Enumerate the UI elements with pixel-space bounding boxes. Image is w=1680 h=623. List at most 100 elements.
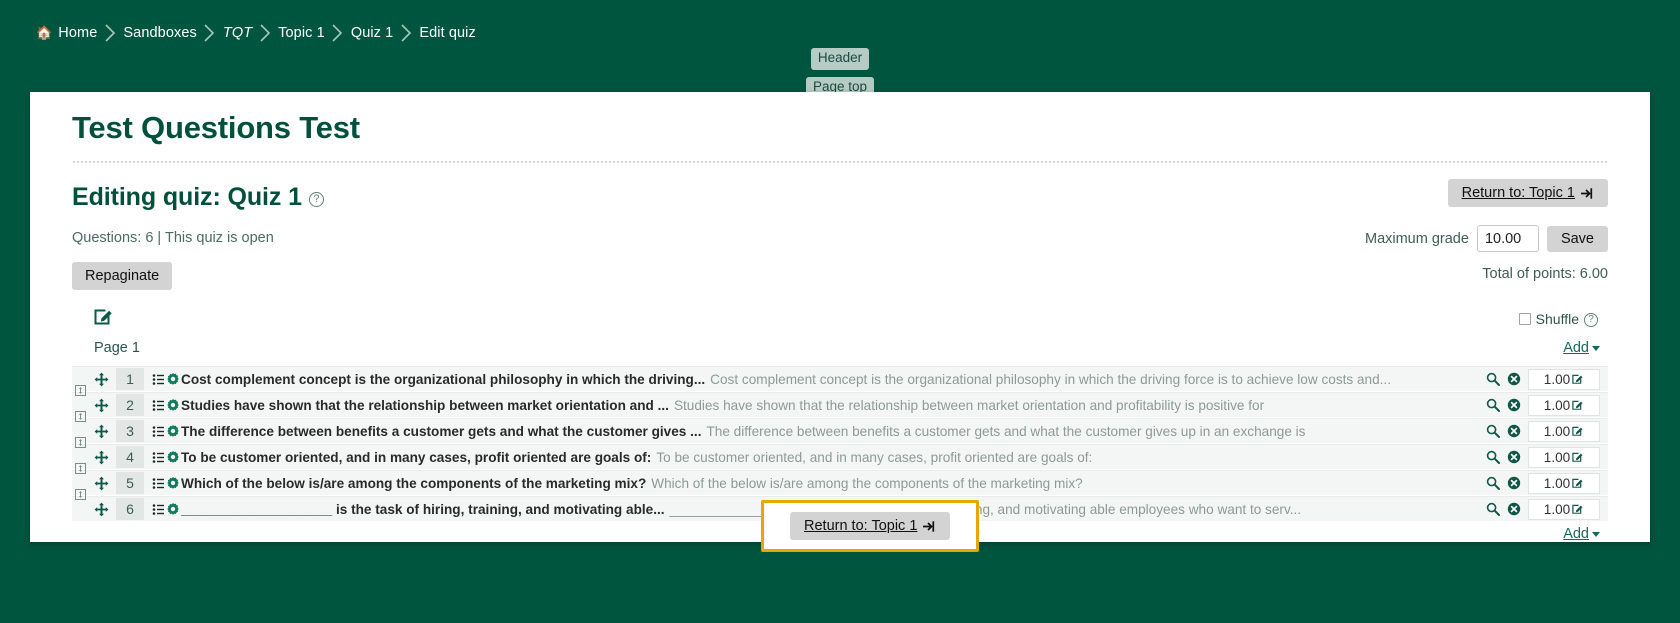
edit-icon[interactable] xyxy=(1572,373,1584,385)
shuffle-help-icon[interactable]: ? xyxy=(1584,313,1598,327)
site-title: Test Questions Test xyxy=(72,110,360,145)
preview-icon[interactable] xyxy=(1486,502,1500,516)
list-icon[interactable] xyxy=(152,477,165,490)
pencil-square-icon[interactable] xyxy=(94,306,115,327)
question-mark-field[interactable]: 1.00 xyxy=(1528,498,1600,520)
question-row-actions: 1.00 xyxy=(1486,498,1608,520)
breadcrumb-item-topic-1[interactable]: Topic 1 xyxy=(278,25,325,41)
question-number: 1 xyxy=(116,368,144,390)
preview-icon[interactable] xyxy=(1486,398,1500,412)
question-title: The difference between benefits a custom… xyxy=(181,423,702,439)
add-label-bottom: Add xyxy=(1563,526,1589,542)
page-header-row: Page 1 Add xyxy=(72,338,1608,364)
repaginate-row: Repaginate Total of points: 6.00 xyxy=(72,262,1608,294)
question-title: Cost complement concept is the organizat… xyxy=(181,371,706,387)
maximum-grade-input[interactable] xyxy=(1476,225,1539,252)
question-title: Which of the below is/are among the comp… xyxy=(181,475,647,491)
resize-grip-icon[interactable] xyxy=(75,411,88,424)
breadcrumb-item-quiz-1[interactable]: Quiz 1 xyxy=(351,25,394,41)
return-to-topic-button-bottom[interactable]: Return to: Topic 1 xyxy=(790,512,951,540)
question-mark-field[interactable]: 1.00 xyxy=(1528,394,1600,416)
help-icon[interactable]: ? xyxy=(308,192,324,207)
edit-icon[interactable] xyxy=(1572,477,1584,489)
delete-icon[interactable] xyxy=(1507,424,1521,438)
move-handle-icon[interactable] xyxy=(94,502,116,517)
return-to-topic-label-top: Return to: Topic 1 xyxy=(1461,185,1575,201)
table-row[interactable]: 3 The difference between benefits a cust… xyxy=(72,411,1608,443)
delete-icon[interactable] xyxy=(1507,372,1521,386)
title-divider xyxy=(72,160,1608,163)
list-icon[interactable] xyxy=(152,373,165,386)
question-number: 5 xyxy=(116,472,144,494)
move-handle-icon[interactable] xyxy=(94,424,116,439)
question-row-actions: 1.00 xyxy=(1486,420,1608,442)
return-to-topic-button-top[interactable]: Return to: Topic 1 xyxy=(1447,179,1608,207)
gear-icon[interactable] xyxy=(166,424,180,438)
gear-icon[interactable] xyxy=(166,450,180,464)
list-icon[interactable] xyxy=(152,503,165,516)
question-description: Studies have shown that the relationship… xyxy=(673,397,1265,413)
question-text: Cost complement concept is the organizat… xyxy=(181,372,1486,387)
resize-grip-icon[interactable] xyxy=(75,437,88,450)
list-icon[interactable] xyxy=(152,399,165,412)
move-handle-icon[interactable] xyxy=(94,476,116,491)
preview-icon[interactable] xyxy=(1486,450,1500,464)
question-description: Cost complement concept is the organizat… xyxy=(710,371,1391,387)
gear-icon[interactable] xyxy=(166,372,180,386)
save-button[interactable]: Save xyxy=(1546,225,1608,252)
question-mark-value: 1.00 xyxy=(1543,449,1571,465)
maximum-grade-label: Maximum grade xyxy=(1364,230,1469,247)
question-number: 2 xyxy=(116,394,144,416)
question-action-icons xyxy=(152,424,180,438)
delete-icon[interactable] xyxy=(1507,502,1521,516)
repaginate-button[interactable]: Repaginate xyxy=(72,262,173,290)
resize-grip-icon[interactable] xyxy=(75,489,88,502)
question-action-icons xyxy=(152,372,180,386)
panel-top-row: Shuffle ? xyxy=(72,306,1608,336)
move-handle-icon[interactable] xyxy=(94,450,116,465)
breadcrumb-item-home[interactable]: 🏠 Home xyxy=(36,25,97,41)
table-row[interactable]: 4 To be customer oriented, and in many c… xyxy=(72,437,1608,469)
resize-grip-icon[interactable] xyxy=(75,463,88,476)
table-row[interactable]: 1 Cost complement concept is the organiz… xyxy=(72,366,1608,391)
question-row-actions: 1.00 xyxy=(1486,368,1608,390)
shuffle-checkbox[interactable] xyxy=(1518,313,1531,325)
resize-grip-icon[interactable] xyxy=(75,385,88,398)
question-mark-field[interactable]: 1.00 xyxy=(1528,446,1600,468)
breadcrumb-item-tqt[interactable]: TQT xyxy=(223,25,252,41)
edit-icon[interactable] xyxy=(1572,503,1584,515)
delete-icon[interactable] xyxy=(1507,398,1521,412)
question-title: To be customer oriented, and in many cas… xyxy=(181,449,652,465)
table-row[interactable]: 5 Which of the below is/are among the co… xyxy=(72,463,1608,495)
delete-icon[interactable] xyxy=(1507,450,1521,464)
question-mark-field[interactable]: 1.00 xyxy=(1528,472,1600,494)
gear-icon[interactable] xyxy=(166,502,180,516)
breadcrumb-item-sandboxes[interactable]: Sandboxes xyxy=(123,25,196,41)
gear-icon[interactable] xyxy=(166,398,180,412)
table-row[interactable]: 2 Studies have shown that the relationsh… xyxy=(72,385,1608,417)
add-question-link-bottom[interactable]: Add xyxy=(1563,526,1600,542)
question-number: 4 xyxy=(116,446,144,468)
breadcrumb-separator-icon xyxy=(393,24,419,42)
question-mark-field[interactable]: 1.00 xyxy=(1528,420,1600,442)
list-icon[interactable] xyxy=(152,425,165,438)
move-handle-icon[interactable] xyxy=(94,372,116,387)
list-icon[interactable] xyxy=(152,451,165,464)
question-title: Studies have shown that the relationship… xyxy=(181,397,669,413)
chevron-down-icon xyxy=(1592,345,1600,351)
preview-icon[interactable] xyxy=(1486,476,1500,490)
breadcrumb-separator-icon xyxy=(252,24,278,42)
gear-icon[interactable] xyxy=(166,476,180,490)
add-question-link-top[interactable]: Add xyxy=(1563,340,1600,356)
quiz-info-row: Questions: 6 | This quiz is open Maximum… xyxy=(72,225,1608,253)
move-handle-icon[interactable] xyxy=(94,398,116,413)
edit-icon[interactable] xyxy=(1572,399,1584,411)
question-mark-field[interactable]: 1.00 xyxy=(1528,368,1600,390)
edit-icon[interactable] xyxy=(1572,425,1584,437)
edit-icon[interactable] xyxy=(1572,451,1584,463)
preview-icon[interactable] xyxy=(1486,424,1500,438)
preview-icon[interactable] xyxy=(1486,372,1500,386)
skip-link-header[interactable]: Header xyxy=(810,48,870,70)
delete-icon[interactable] xyxy=(1507,476,1521,490)
question-number: 3 xyxy=(116,420,144,442)
